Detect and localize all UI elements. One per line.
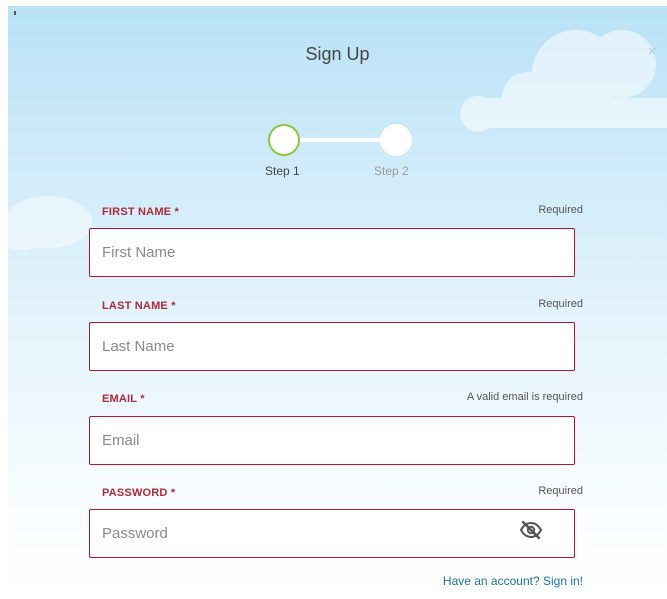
password-input[interactable] <box>89 509 575 558</box>
sign-in-link[interactable]: Have an account? Sign in! <box>443 574 583 588</box>
first-name-label: FIRST NAME * <box>102 206 179 218</box>
eye-slash-icon[interactable] <box>519 518 543 542</box>
step-2-dot[interactable] <box>380 124 412 156</box>
last-name-input[interactable] <box>89 322 575 371</box>
first-name-hint: Required <box>538 204 583 216</box>
email-input[interactable] <box>89 416 575 465</box>
step-1-dot[interactable] <box>268 124 300 156</box>
email-hint: A valid email is required <box>466 391 583 403</box>
first-name-input[interactable] <box>89 228 575 277</box>
step-1-label[interactable]: Step 1 <box>265 164 300 178</box>
step-2-label[interactable]: Step 2 <box>374 164 409 178</box>
password-label: PASSWORD * <box>102 487 176 499</box>
last-name-label: LAST NAME * <box>102 300 176 312</box>
step-indicator: Step 1 Step 2 <box>0 0 659 200</box>
step-connector <box>291 138 383 142</box>
last-name-hint: Required <box>538 298 583 310</box>
password-hint: Required <box>538 485 583 497</box>
email-label: EMAIL * <box>102 393 145 405</box>
